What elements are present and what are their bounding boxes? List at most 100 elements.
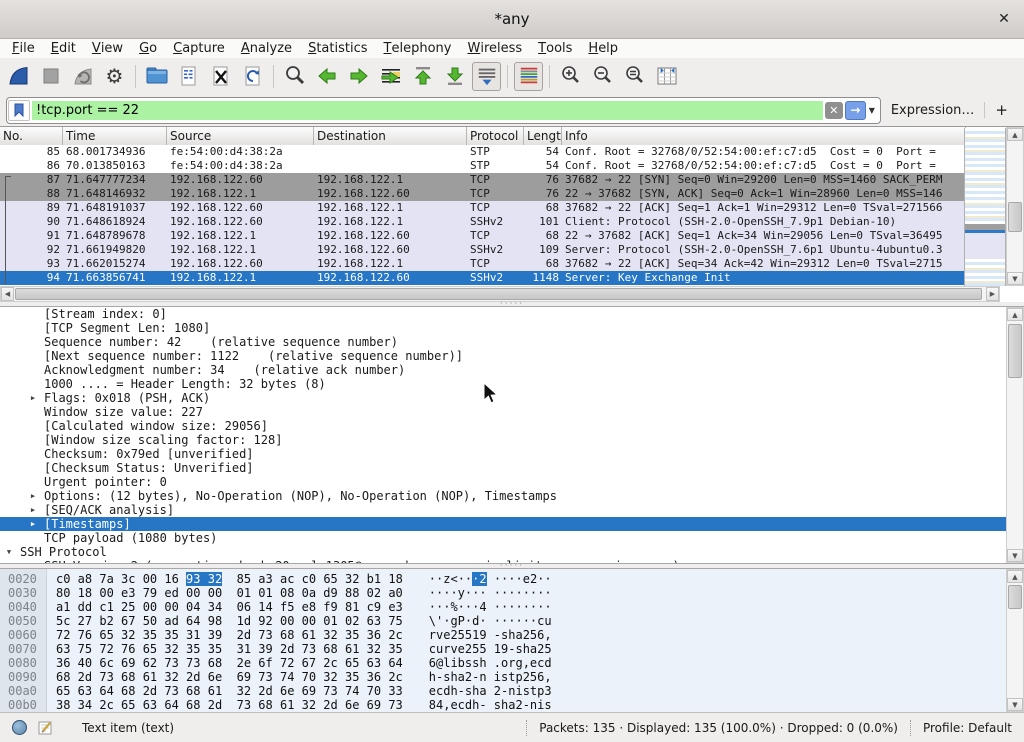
expand-right-icon[interactable]: ▶ bbox=[27, 391, 39, 405]
go-first-packet-button[interactable] bbox=[408, 62, 437, 91]
menu-statistics[interactable]: Statistics bbox=[300, 39, 375, 58]
find-packet-button[interactable] bbox=[280, 62, 309, 91]
packet-row-89[interactable]: 8971.648191037192.168.122.60192.168.122.… bbox=[0, 201, 966, 215]
packet-row-94[interactable]: 9471.663856741192.168.122.1192.168.122.6… bbox=[0, 271, 966, 285]
column-header-destination[interactable]: Destination bbox=[314, 127, 467, 145]
reload-capture-file-button[interactable] bbox=[238, 62, 267, 91]
filter-apply-button[interactable]: → bbox=[845, 101, 866, 120]
menu-analyze[interactable]: Analyze bbox=[233, 39, 300, 58]
hex-row-00b0[interactable]: 00b038 34 2c 65 63 64 68 2d 73 68 61 32 … bbox=[0, 698, 1006, 712]
scroll-up-arrow[interactable]: ▲ bbox=[1007, 308, 1023, 321]
detail-line[interactable]: [Calculated window size: 29056] bbox=[0, 419, 1006, 433]
column-header-source[interactable]: Source bbox=[167, 127, 314, 145]
menu-tools[interactable]: Tools bbox=[530, 39, 580, 58]
hex-row-00a0[interactable]: 00a065 63 64 68 2d 73 68 61 32 2d 6e 69 … bbox=[0, 684, 1006, 698]
resize-columns-button[interactable] bbox=[652, 62, 681, 91]
column-header-protocol[interactable]: Protocol bbox=[467, 127, 524, 145]
menu-view[interactable]: View bbox=[84, 39, 131, 58]
auto-scroll-toggle[interactable] bbox=[472, 62, 501, 91]
packet-row-87[interactable]: 8771.647777234192.168.122.60192.168.122.… bbox=[0, 173, 966, 187]
packet-row-88[interactable]: 8871.648146932192.168.122.1192.168.122.6… bbox=[0, 187, 966, 201]
expand-right-icon[interactable]: ▶ bbox=[27, 517, 39, 531]
start-capture-button[interactable] bbox=[4, 62, 33, 91]
detail-line[interactable]: ▶[Timestamps] bbox=[0, 517, 1006, 531]
go-last-packet-button[interactable] bbox=[440, 62, 469, 91]
column-header-length[interactable]: Length bbox=[524, 127, 562, 145]
capture-comment-icon[interactable] bbox=[37, 719, 54, 736]
detail-line[interactable]: Urgent pointer: 0 bbox=[0, 475, 1006, 489]
packet-row-90[interactable]: 9071.648618924192.168.122.60192.168.122.… bbox=[0, 215, 966, 229]
go-to-packet-button[interactable] bbox=[376, 62, 405, 91]
hex-row-0030[interactable]: 003080 18 00 e3 79 ed 00 00 01 01 08 0a … bbox=[0, 586, 1006, 600]
go-forward-button[interactable] bbox=[344, 62, 373, 91]
window-close-button[interactable]: ✕ bbox=[994, 9, 1014, 29]
expand-right-icon[interactable]: ▶ bbox=[27, 489, 39, 503]
detail-line[interactable]: [TCP Segment Len: 1080] bbox=[0, 321, 1006, 335]
packet-list-vscrollbar[interactable]: ▲ ▼ bbox=[1006, 127, 1024, 286]
menu-capture[interactable]: Capture bbox=[165, 39, 233, 58]
stop-capture-button[interactable] bbox=[36, 62, 65, 91]
scroll-up-arrow[interactable]: ▲ bbox=[1007, 570, 1023, 583]
detail-line[interactable]: [Next sequence number: 1122 (relative se… bbox=[0, 349, 1006, 363]
menu-wireless[interactable]: Wireless bbox=[459, 39, 530, 58]
menu-telephony[interactable]: Telephony bbox=[376, 39, 460, 58]
menu-help[interactable]: Help bbox=[580, 39, 626, 58]
display-filter-input[interactable] bbox=[32, 101, 823, 120]
scroll-left-arrow[interactable]: ◀ bbox=[1, 287, 14, 301]
hex-row-0060[interactable]: 006072 76 65 32 35 35 31 39 2d 73 68 61 … bbox=[0, 628, 1006, 642]
detail-line[interactable]: Acknowledgment number: 34 (relative ack … bbox=[0, 363, 1006, 377]
detail-line[interactable]: Window size value: 227 bbox=[0, 405, 1006, 419]
capture-options-button[interactable]: ⚙ bbox=[100, 62, 129, 91]
restart-capture-button[interactable] bbox=[68, 62, 97, 91]
filter-bookmark-button[interactable] bbox=[8, 100, 30, 121]
menu-go[interactable]: Go bbox=[131, 39, 165, 58]
detail-line[interactable]: ▶[SEQ/ACK analysis] bbox=[0, 503, 1006, 517]
expand-down-icon[interactable]: ▼ bbox=[3, 545, 15, 559]
detail-line[interactable]: ▶Options: (12 bytes), No-Operation (NOP)… bbox=[0, 489, 1006, 503]
zoom-reset-button[interactable] bbox=[620, 62, 649, 91]
hex-row-0090[interactable]: 009068 2d 73 68 61 32 2d 6e 69 73 74 70 … bbox=[0, 670, 1006, 684]
column-header-info[interactable]: Info bbox=[562, 127, 966, 145]
detail-line[interactable]: TCP payload (1080 bytes) bbox=[0, 531, 1006, 545]
scroll-thumb[interactable] bbox=[1008, 585, 1022, 609]
detail-line[interactable]: [Checksum Status: Unverified] bbox=[0, 461, 1006, 475]
detail-line[interactable]: [Stream index: 0] bbox=[0, 307, 1006, 321]
packet-row-91[interactable]: 9171.648789678192.168.122.1192.168.122.6… bbox=[0, 229, 966, 243]
hex-row-0080[interactable]: 008036 40 6c 69 62 73 73 68 2e 6f 72 67 … bbox=[0, 656, 1006, 670]
scroll-right-arrow[interactable]: ▶ bbox=[986, 287, 999, 301]
colorize-toggle[interactable] bbox=[514, 62, 543, 91]
filter-clear-button[interactable]: ✕ bbox=[825, 102, 843, 119]
save-capture-file-button[interactable] bbox=[174, 62, 203, 91]
expression-button[interactable]: Expression… bbox=[881, 103, 985, 118]
detail-line[interactable]: ▼SSH Protocol bbox=[0, 545, 1006, 559]
detail-line[interactable]: Sequence number: 42 (relative sequence n… bbox=[0, 335, 1006, 349]
detail-line[interactable]: Checksum: 0x79ed [unverified] bbox=[0, 447, 1006, 461]
intelligent-scrollbar-minimap[interactable] bbox=[964, 128, 1006, 286]
packet-row-93[interactable]: 9371.662015274192.168.122.60192.168.122.… bbox=[0, 257, 966, 271]
packet-row-85[interactable]: 8568.001734936fe:54:00:d4:38:2aSTP54Conf… bbox=[0, 145, 966, 159]
column-header-no[interactable]: No. bbox=[0, 127, 63, 145]
menu-edit[interactable]: Edit bbox=[43, 39, 84, 58]
hex-row-0040[interactable]: 0040a1 dd c1 25 00 00 04 34 06 14 f5 e8 … bbox=[0, 600, 1006, 614]
expand-right-icon[interactable]: ▶ bbox=[27, 503, 39, 517]
detail-line[interactable]: ▶Flags: 0x018 (PSH, ACK) bbox=[0, 391, 1006, 405]
detail-line[interactable]: [Window size scaling factor: 128] bbox=[0, 433, 1006, 447]
filter-dropdown-arrow[interactable]: ▼ bbox=[866, 106, 878, 115]
details-vscrollbar[interactable]: ▲ ▼ bbox=[1006, 307, 1024, 563]
close-capture-file-button[interactable] bbox=[206, 62, 235, 91]
detail-line[interactable]: 1000 .... = Header Length: 32 bytes (8) bbox=[0, 377, 1006, 391]
column-header-time[interactable]: Time bbox=[63, 127, 167, 145]
bytes-vscrollbar[interactable]: ▲ ▼ bbox=[1006, 569, 1024, 712]
hex-row-0070[interactable]: 007063 75 72 76 65 32 35 35 31 39 2d 73 … bbox=[0, 642, 1006, 656]
scroll-thumb[interactable] bbox=[15, 288, 982, 300]
profile-indicator[interactable]: Profile: Default bbox=[910, 720, 1024, 736]
packet-row-92[interactable]: 9271.661949820192.168.122.1192.168.122.6… bbox=[0, 243, 966, 257]
menu-file[interactable]: File bbox=[4, 39, 43, 58]
scroll-down-arrow[interactable]: ▼ bbox=[1007, 698, 1023, 711]
open-capture-file-button[interactable] bbox=[142, 62, 171, 91]
zoom-out-button[interactable] bbox=[588, 62, 617, 91]
scroll-down-arrow[interactable]: ▼ bbox=[1007, 272, 1023, 285]
filter-add-button[interactable]: + bbox=[985, 101, 1018, 119]
packet-row-86[interactable]: 8670.013850163fe:54:00:d4:38:2aSTP54Conf… bbox=[0, 159, 966, 173]
scroll-thumb[interactable] bbox=[1008, 202, 1022, 232]
